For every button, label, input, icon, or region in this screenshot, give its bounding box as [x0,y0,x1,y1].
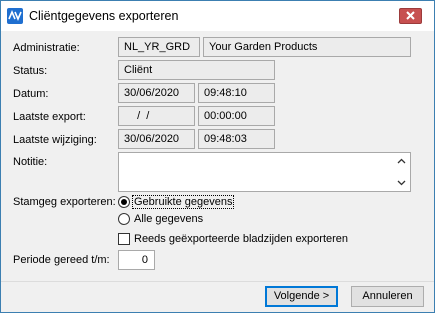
administratie-code-field: NL_YR_GRD [118,37,200,57]
radio-alle-gegevens[interactable] [118,213,130,225]
notitie-textarea[interactable] [118,152,411,192]
reeds-geexporteerd-label[interactable]: Reeds geëxporteerde bladzijden exportere… [134,233,348,245]
datum-date-field: 30/06/2020 [118,83,195,103]
scroll-up-icon[interactable] [397,158,406,164]
laatste-export-label: Laatste export: [13,111,86,123]
dialog-window: Cliëntgegevens exporteren Administratie:… [0,0,435,313]
laatste-export-date-field: / / [118,106,195,126]
radio-gebruikte-gegevens-label[interactable]: Gebruikte gegevens [131,195,235,209]
scroll-down-icon[interactable] [397,180,406,186]
administratie-name-field: Your Garden Products [203,37,411,57]
laatste-wijziging-date-field: 30/06/2020 [118,129,195,149]
datum-time-field: 09:48:10 [198,83,275,103]
radio-gebruikte-gegevens[interactable] [118,196,130,208]
stamgeg-label: Stamgeg exporteren: [13,196,116,208]
reeds-geexporteerd-checkbox[interactable] [118,233,130,245]
next-button[interactable]: Volgende > [265,286,338,307]
close-button[interactable] [399,8,422,24]
periode-label: Periode gereed t/m: [13,254,110,266]
administratie-label: Administratie: [13,42,80,54]
radio-alle-gegevens-label[interactable]: Alle gegevens [134,213,203,225]
periode-input[interactable]: 0 [118,250,155,270]
close-icon [406,11,415,20]
status-label: Status: [13,65,48,77]
datum-label: Datum: [13,88,49,100]
cancel-button[interactable]: Annuleren [351,286,424,307]
notitie-label: Notitie: [13,156,48,168]
status-field: Cliënt [118,60,275,80]
title-bar: Cliëntgegevens exporteren [1,1,434,31]
laatste-wijziging-time-field: 09:48:03 [198,129,275,149]
laatste-export-time-field: 00:00:00 [198,106,275,126]
laatste-wijziging-label: Laatste wijziging: [13,134,97,146]
window-title: Cliëntgegevens exporteren [29,9,179,23]
app-logo-icon [7,8,23,24]
